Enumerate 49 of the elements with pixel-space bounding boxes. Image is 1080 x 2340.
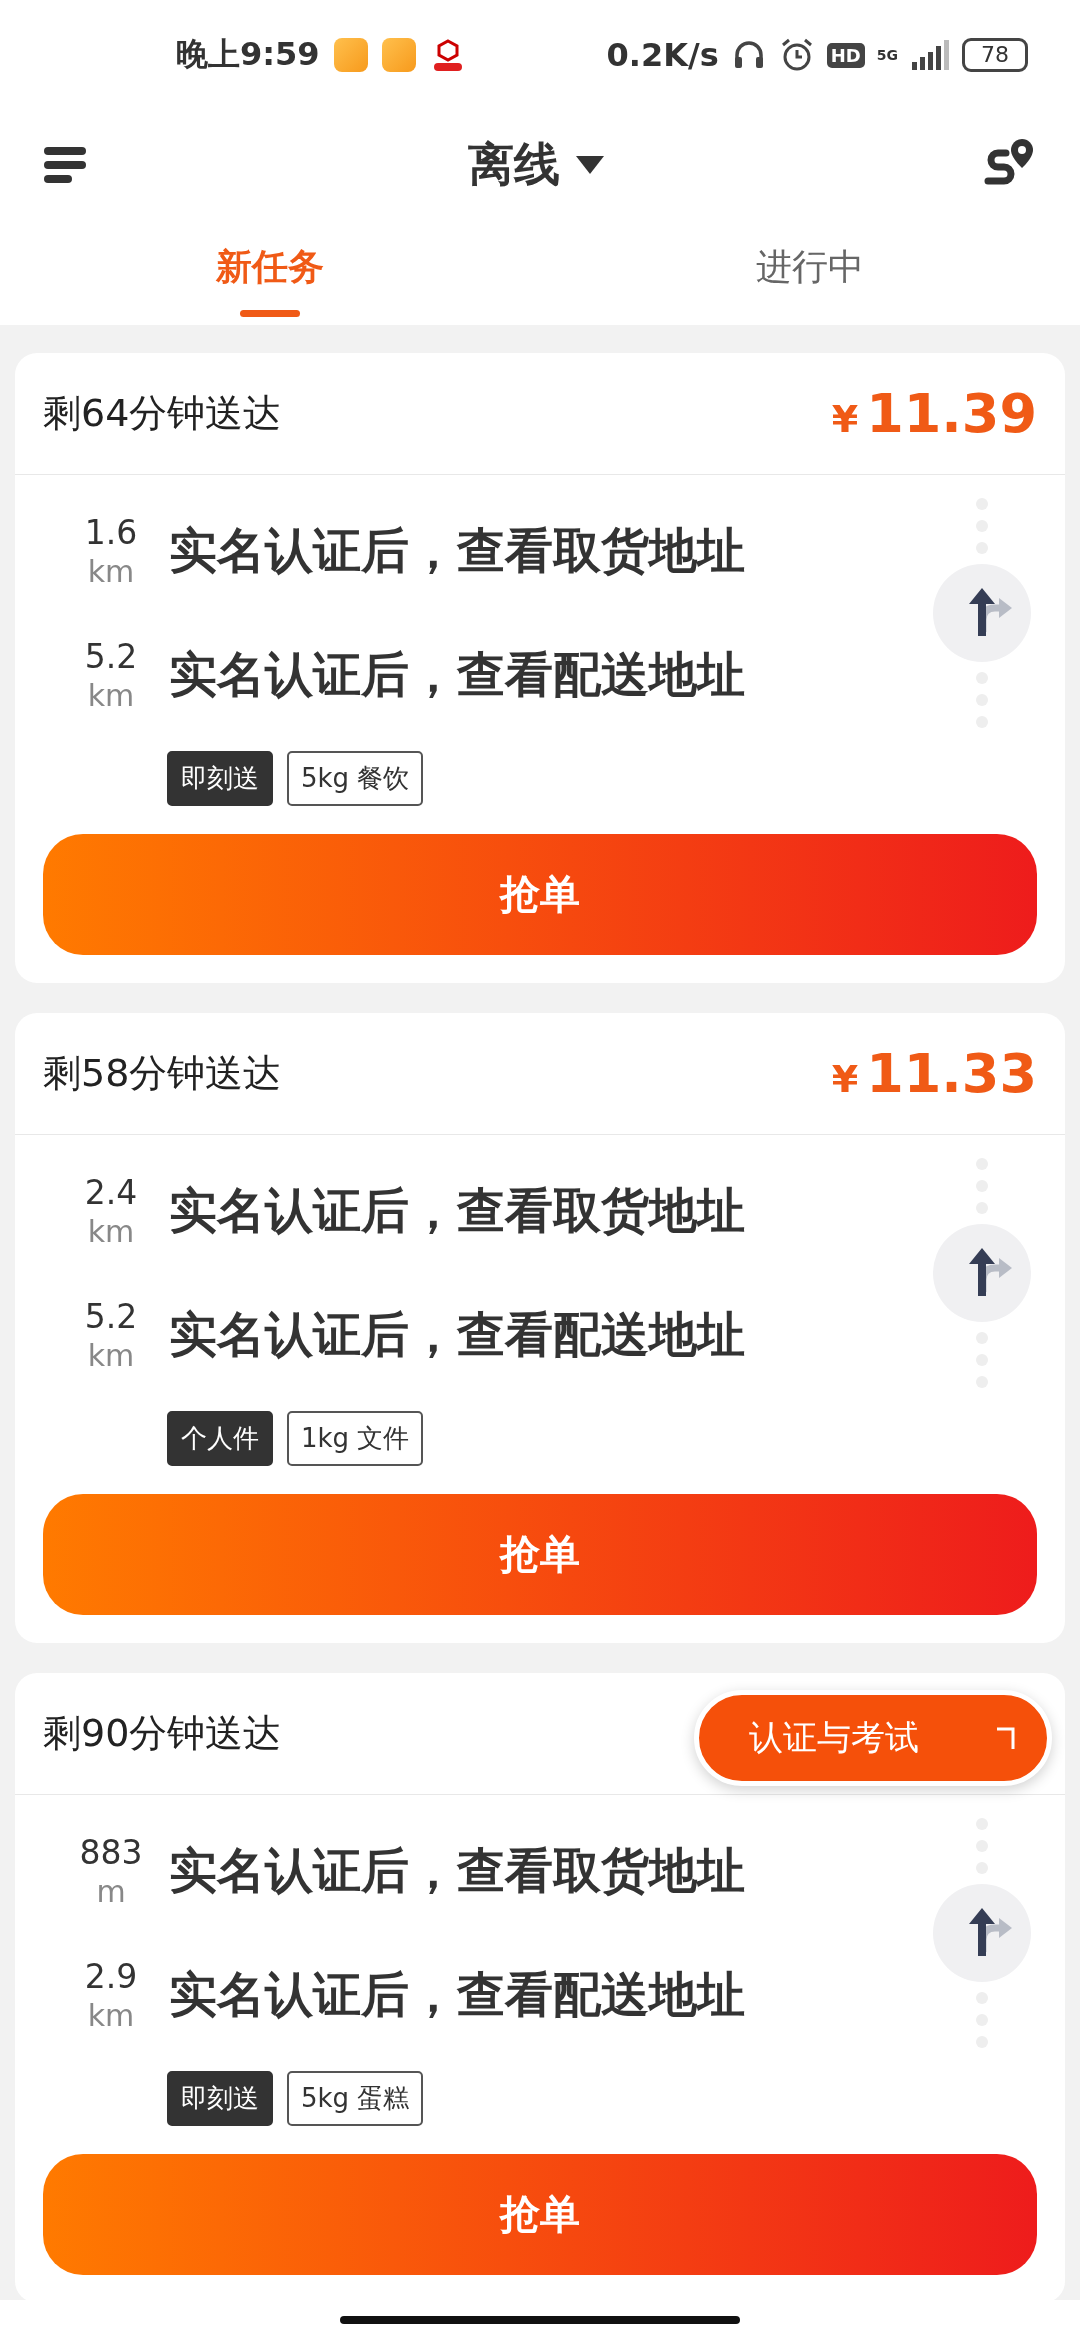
- address-text: 实名认证后，查看配送地址: [169, 1965, 745, 2024]
- network-type: 5G: [876, 48, 898, 62]
- distance-unit: m: [96, 1872, 126, 1911]
- signal-icon: [910, 40, 950, 70]
- order-tag: 5kg 蛋糕: [287, 2071, 424, 2126]
- distance-value: 2.4: [84, 1171, 138, 1213]
- corner-icon: [995, 1725, 1017, 1751]
- delivery-time-remaining: 剩90分钟送达: [43, 1710, 282, 1757]
- status-time: 晚上9:59: [176, 34, 320, 75]
- grab-order-button[interactable]: 抢单: [43, 834, 1037, 955]
- delivery-time-remaining: 剩58分钟送达: [43, 1050, 282, 1097]
- grab-order-button[interactable]: 抢单: [43, 2154, 1037, 2275]
- distance-unit: km: [87, 1336, 135, 1375]
- distance-unit: km: [87, 1212, 135, 1251]
- address-text: 实名认证后，查看取货地址: [169, 521, 745, 580]
- tab[interactable]: 新任务: [0, 220, 540, 325]
- delivery-time-remaining: 剩64分钟送达: [43, 390, 282, 437]
- distance-value: 1.6: [84, 511, 138, 553]
- distance-unit: km: [87, 552, 135, 591]
- order-tag: 即刻送: [167, 751, 273, 806]
- address-text: 实名认证后，查看配送地址: [169, 645, 745, 704]
- order-tag: 1kg 文件: [287, 1411, 424, 1466]
- status-dropdown[interactable]: 离线: [468, 134, 604, 196]
- distance-unit: km: [87, 1996, 135, 2035]
- tab[interactable]: 进行中: [540, 220, 1080, 325]
- distance-value: 5.2: [84, 1295, 138, 1337]
- distance-unit: km: [87, 676, 135, 715]
- order-tag: 5kg 餐饮: [287, 751, 424, 806]
- distance-value: 883: [79, 1831, 143, 1873]
- route-turn-icon[interactable]: [933, 1884, 1031, 1982]
- order-tag: 个人件: [167, 1411, 273, 1466]
- caret-icon: [576, 156, 604, 174]
- network-speed: 0.2K/s: [606, 36, 719, 74]
- app-notification-icon: [333, 38, 368, 72]
- menu-icon[interactable]: [44, 145, 88, 185]
- distance-value: 5.2: [84, 635, 138, 677]
- order-price: ¥11.33: [831, 1042, 1037, 1105]
- address-text: 实名认证后，查看取货地址: [169, 1181, 745, 1240]
- hd-badge: HD: [826, 42, 865, 68]
- grab-order-button[interactable]: 抢单: [43, 1494, 1037, 1615]
- app-notification-icon: [381, 38, 416, 72]
- battery-indicator: 78: [962, 38, 1028, 72]
- route-turn-icon[interactable]: [933, 1224, 1031, 1322]
- distance-value: 2.9: [84, 1955, 138, 1997]
- order-tag: 即刻送: [167, 2071, 273, 2126]
- route-turn-icon[interactable]: [933, 564, 1031, 662]
- order-price: ¥11.39: [831, 382, 1037, 445]
- address-text: 实名认证后，查看配送地址: [169, 1305, 745, 1364]
- address-text: 实名认证后，查看取货地址: [169, 1841, 745, 1900]
